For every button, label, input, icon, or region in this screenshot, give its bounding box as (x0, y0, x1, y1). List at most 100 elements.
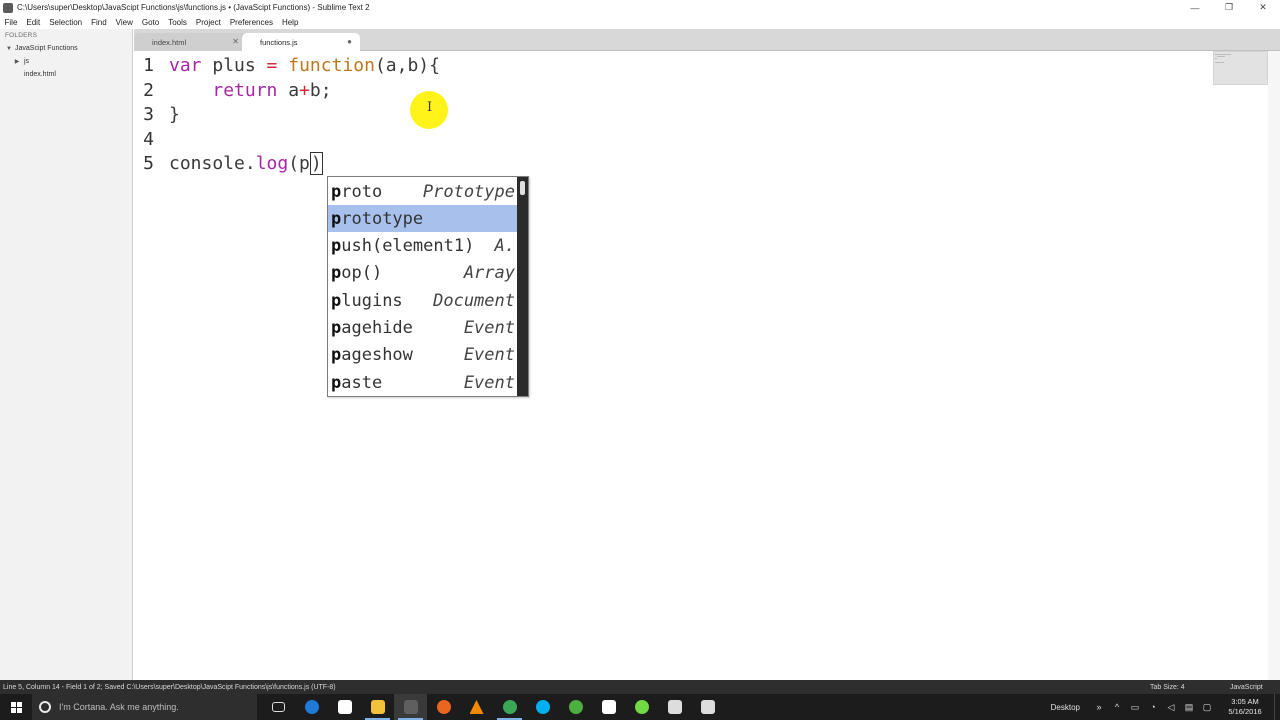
line-number: 2 (143, 80, 154, 101)
autocomplete-item[interactable]: pagehide Event (328, 315, 518, 342)
expand-arrow-icon[interactable]: ▼ (5, 46, 13, 52)
line-number: 3 (143, 104, 154, 125)
autocomplete-item[interactable]: paste Event (328, 369, 518, 396)
file-explorer-icon[interactable] (361, 694, 394, 720)
restore-button[interactable]: ❐ (1212, 0, 1246, 15)
code-line-1: var plus = function(a,b){ (169, 55, 440, 76)
line-number: 5 (143, 153, 154, 174)
line-number: 1 (143, 55, 154, 76)
autocomplete-popup[interactable]: proto Prototype prototype push(element1) A. p… (327, 176, 529, 397)
sidebar-item-js-folder[interactable]: ▶ js (0, 55, 132, 68)
menu-find[interactable]: Find (87, 18, 112, 27)
tray-expand-icon[interactable]: ^ (1112, 702, 1122, 712)
sublime-app-icon (3, 2, 13, 13)
tab-index-html[interactable]: index.html ✕ (134, 33, 247, 51)
close-tab-icon[interactable]: ✕ (232, 37, 239, 46)
windows-taskbar: I'm Cortana. Ask me anything. Desktop » … (0, 694, 1280, 720)
clock[interactable]: 3:05 AM 5/16/2016 (1220, 697, 1270, 717)
code-editor[interactable]: 1 2 3 4 5 var plus = function(a,b){ retu… (134, 51, 1280, 680)
close-button[interactable]: ✕ (1246, 0, 1280, 15)
cortana-icon (39, 701, 51, 713)
sidebar-item-project-folder[interactable]: ▼ JavaScipt Functions (0, 42, 132, 55)
network-icon[interactable]: ◔ (1148, 702, 1158, 712)
menu-tools[interactable]: Tools (164, 18, 192, 27)
tab-functions-js[interactable]: functions.js ● (242, 33, 360, 51)
autocomplete-item[interactable]: plugins Document (328, 287, 518, 314)
menu-goto[interactable]: Goto (137, 18, 163, 27)
skype-icon[interactable] (526, 694, 559, 720)
autocomplete-item[interactable]: pageshow Event (328, 342, 518, 369)
menu-project[interactable]: Project (191, 18, 225, 27)
sidebar-item-label: JavaScipt Functions (15, 45, 78, 52)
title-bar: C:\Users\super\Desktop\JavaScipt Functio… (0, 0, 1280, 15)
paint-icon[interactable] (691, 694, 724, 720)
message-icon[interactable]: ▭ (1130, 702, 1140, 712)
code-line-5: console.log(p) (169, 152, 323, 175)
store-icon[interactable] (328, 694, 361, 720)
collapse-arrow-icon[interactable]: ▶ (13, 58, 21, 65)
utorrent-icon[interactable] (559, 694, 592, 720)
autocomplete-item-type: A. (494, 236, 515, 257)
slack-icon[interactable] (592, 694, 625, 720)
autocomplete-item-type: Event (463, 318, 515, 338)
autocomplete-scrollbar[interactable] (517, 177, 528, 396)
autocomplete-item-name: paste (331, 372, 383, 393)
tab-size-indicator[interactable]: Tab Size: 4 (1150, 684, 1230, 691)
cortana-search-box[interactable]: I'm Cortana. Ask me anything. (32, 694, 257, 720)
task-view-icon[interactable] (262, 694, 295, 720)
firefox-icon[interactable] (427, 694, 460, 720)
autocomplete-item[interactable]: prototype (328, 205, 518, 233)
search-placeholder: I'm Cortana. Ask me anything. (59, 702, 179, 712)
desktop-toolbar-label[interactable]: Desktop (1051, 703, 1080, 712)
edge-icon[interactable] (295, 694, 328, 720)
sublime-text-icon[interactable] (394, 694, 427, 720)
autocomplete-item[interactable]: push(element1) A. (328, 233, 518, 260)
notifications-icon[interactable]: ▢ (1202, 702, 1212, 712)
menu-file[interactable]: File (0, 18, 22, 27)
sidebar-item-label: js (24, 58, 30, 65)
folders-heading: FOLDERS (5, 32, 38, 39)
code-line-3: } (169, 104, 180, 125)
ibeam-cursor-icon: I (427, 100, 433, 115)
vlc-icon[interactable] (460, 694, 493, 720)
upwork-icon[interactable] (625, 694, 658, 720)
menu-view[interactable]: View (111, 18, 137, 27)
minimap-line (1217, 56, 1225, 57)
autocomplete-item[interactable]: pop() Array (328, 260, 518, 287)
autocomplete-scroll-thumb[interactable] (520, 181, 525, 195)
start-button[interactable] (0, 694, 32, 720)
menu-bar: File Edit Selection Find View Goto Tools… (0, 15, 1280, 29)
menu-preferences[interactable]: Preferences (225, 18, 277, 27)
windows-logo-icon (10, 701, 22, 713)
tab-bar: index.html ✕ functions.js ● (134, 29, 1280, 51)
tab-label: functions.js (260, 37, 298, 47)
autocomplete-item-name: plugins (331, 290, 403, 311)
keyboard-icon[interactable]: ▤ (1184, 702, 1194, 712)
toolbar-chevron-icon[interactable]: » (1094, 702, 1104, 712)
clock-time: 3:05 AM (1231, 697, 1259, 706)
show-desktop-button[interactable] (1274, 694, 1280, 720)
minimap-line (1215, 62, 1224, 63)
line-number: 4 (143, 129, 154, 150)
vertical-scrollbar[interactable] (1268, 51, 1280, 680)
menu-help[interactable]: Help (277, 18, 302, 27)
sidebar-item-index-html[interactable]: index.html (0, 68, 132, 81)
autocomplete-item-type: Document (433, 290, 515, 311)
menu-selection[interactable]: Selection (45, 18, 87, 27)
auto-paren: ) (309, 152, 323, 175)
menu-edit[interactable]: Edit (22, 18, 45, 27)
autocomplete-item[interactable]: proto Prototype (328, 178, 518, 205)
window-title: C:\Users\super\Desktop\JavaScipt Functio… (17, 3, 370, 12)
autocomplete-item-name: push(element1) (331, 236, 475, 257)
app-icon[interactable] (658, 694, 691, 720)
minimap-line (1215, 54, 1231, 55)
autocomplete-item-name: prototype (331, 208, 424, 229)
code-line-2: return a+b; (212, 80, 332, 101)
taskbar-app-list (262, 694, 724, 720)
minimize-button[interactable]: — (1178, 0, 1212, 15)
autocomplete-item-type: Array (463, 263, 515, 284)
volume-icon[interactable]: ◁ (1166, 702, 1176, 712)
syntax-indicator[interactable]: JavaScript (1230, 684, 1280, 691)
unsaved-dot-icon[interactable]: ● (347, 37, 352, 46)
chrome-icon[interactable] (493, 694, 526, 720)
